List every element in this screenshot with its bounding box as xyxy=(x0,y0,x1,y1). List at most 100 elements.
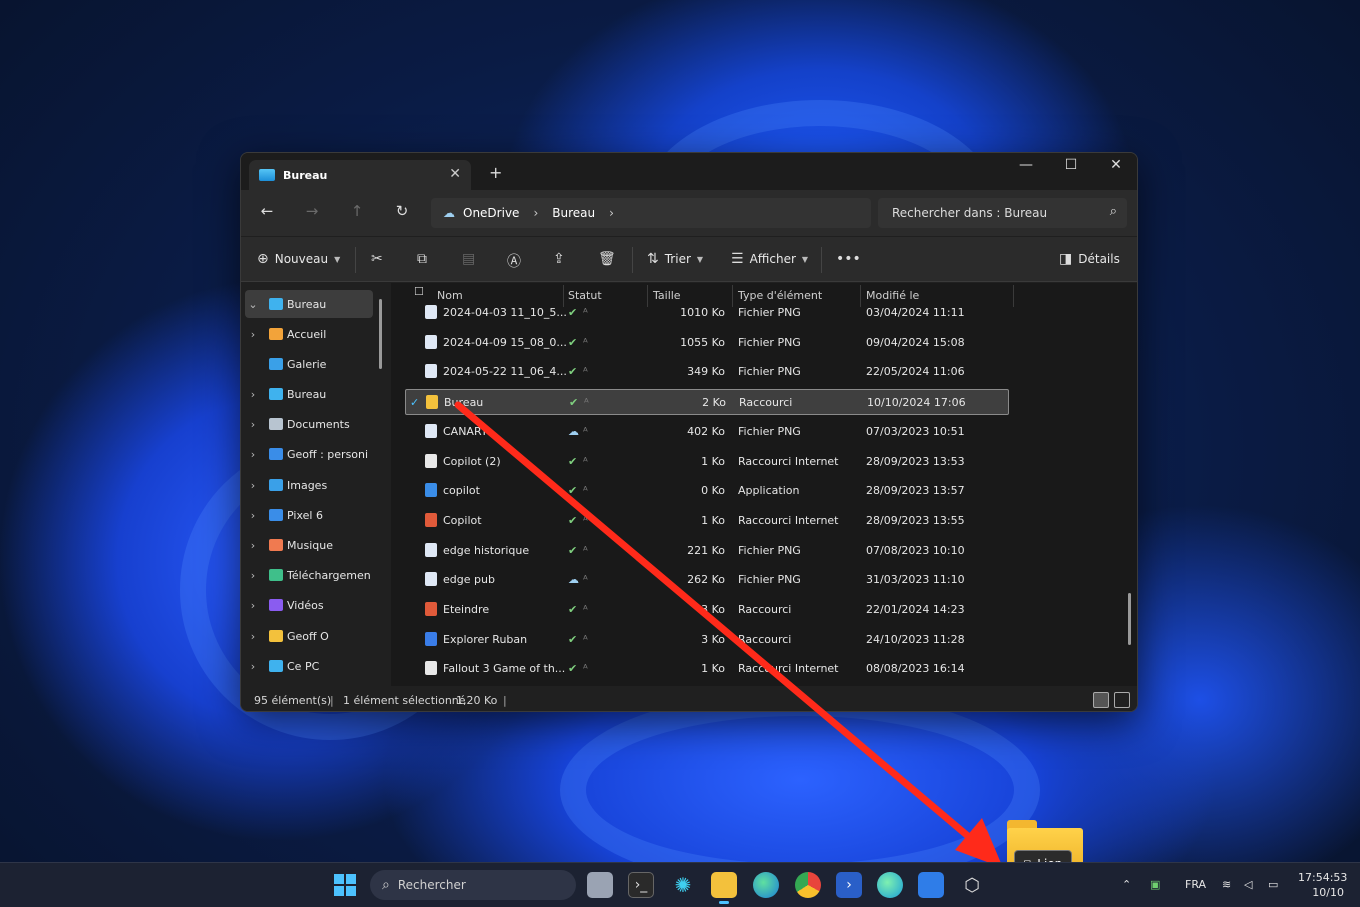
address-bar[interactable]: ☁ OneDrive › Bureau › xyxy=(431,198,871,228)
remote-desktop-icon[interactable] xyxy=(918,872,944,898)
details-view-button[interactable] xyxy=(1093,692,1109,708)
volume-icon[interactable]: ◁ xyxy=(1244,878,1252,891)
new-button[interactable]: ⊕ Nouveau ▼ xyxy=(257,251,340,267)
search-input[interactable]: Rechercher dans : Bureau ⌕ xyxy=(878,198,1127,228)
file-row[interactable]: Copilot (2) ✔ ᴬ 1 Ko Raccourci Internet 28/09… xyxy=(405,449,1009,475)
sidebar-item[interactable]: › Accueil xyxy=(245,320,373,348)
sidebar-scrollbar[interactable] xyxy=(379,299,382,369)
file-row[interactable]: 2024-05-22 11_06_4... ✔ ᴬ 349 Ko Fichier PNG… xyxy=(405,359,1009,385)
status-divider: | xyxy=(330,694,334,707)
settings-gear-icon[interactable]: ✺ xyxy=(670,872,696,898)
chevron-icon[interactable]: › xyxy=(245,630,261,643)
new-tab-button[interactable]: + xyxy=(489,163,502,182)
file-row[interactable]: CANARY ☁ ᴬ 402 Ko Fichier PNG 07/03/2023 10:5… xyxy=(405,419,1009,445)
new-label: Nouveau xyxy=(274,252,329,266)
edge-canary-icon[interactable] xyxy=(877,872,903,898)
package-box-icon[interactable]: ⬡ xyxy=(959,872,985,898)
sidebar-item[interactable]: › Téléchargemen xyxy=(245,561,373,589)
battery-icon[interactable]: ▭ xyxy=(1268,878,1278,891)
terminal-icon[interactable]: ›_ xyxy=(628,872,654,898)
sort-button[interactable]: ⇅ Trier ▼ xyxy=(647,251,703,267)
breadcrumb-onedrive[interactable]: OneDrive xyxy=(463,206,519,220)
sidebar-item[interactable]: › Ce PC xyxy=(245,652,373,680)
close-tab-icon[interactable]: ✕ xyxy=(449,166,461,182)
copy-button[interactable]: ⧉ xyxy=(417,251,433,267)
file-row[interactable]: Fallout 3 Game of th... ✔ ᴬ 1 Ko Raccourci I… xyxy=(405,656,1009,682)
refresh-button[interactable]: ↻ xyxy=(391,202,413,220)
details-button[interactable]: ◨ Détails xyxy=(1059,251,1120,267)
select-all-checkbox[interactable]: ☐ xyxy=(414,285,424,298)
sidebar-item[interactable]: › Geoff O xyxy=(245,622,373,650)
selection-count: 1 élément sélectionné xyxy=(343,694,466,707)
chevron-icon[interactable]: ⌄ xyxy=(245,298,261,311)
share-button[interactable]: ⇪ xyxy=(553,251,571,267)
wifi-icon[interactable]: ≋ xyxy=(1222,878,1231,891)
powershell-icon[interactable]: › xyxy=(836,872,862,898)
chevron-icon[interactable]: › xyxy=(245,418,261,431)
close-window-button[interactable]: ✕ xyxy=(1101,157,1131,173)
chevron-icon[interactable]: › xyxy=(245,599,261,612)
chevron-icon[interactable]: › xyxy=(245,388,261,401)
sidebar-item[interactable]: › Geoff : personi xyxy=(245,440,373,468)
chevron-icon[interactable]: › xyxy=(245,660,261,673)
tab-bureau[interactable]: Bureau ✕ xyxy=(249,160,471,190)
task-view-icon[interactable] xyxy=(587,872,613,898)
chevron-up-icon[interactable]: ⌃ xyxy=(1122,878,1131,891)
chevron-icon[interactable]: › xyxy=(245,569,261,582)
chrome-browser-icon[interactable] xyxy=(795,872,821,898)
nvidia-tray-icon[interactable]: ▣ xyxy=(1150,878,1160,891)
delete-button[interactable]: 🗑 xyxy=(598,251,622,267)
file-row[interactable]: copilot ✔ ᴬ 0 Ko Application 28/09/2023 13:57 xyxy=(405,478,1009,504)
file-row[interactable]: ✓ Bureau ✔ ᴬ 2 Ko Raccourci 10/10/2024 17:06 xyxy=(405,389,1009,416)
chevron-icon[interactable]: › xyxy=(245,539,261,552)
minimize-button[interactable]: — xyxy=(1011,157,1041,173)
view-button[interactable]: ☰ Afficher ▼ xyxy=(731,251,808,267)
file-row[interactable]: edge historique ✔ ᴬ 221 Ko Fichier PNG 07/08/… xyxy=(405,538,1009,564)
sidebar-item[interactable]: › Documents xyxy=(245,410,373,438)
video-icon xyxy=(269,599,283,611)
file-modified: 28/09/2023 13:55 xyxy=(866,513,965,527)
taskbar-search[interactable]: ⌕ Rechercher xyxy=(370,870,576,900)
sidebar-item[interactable]: › Bureau xyxy=(245,380,373,408)
more-options-button[interactable]: ••• xyxy=(836,251,867,267)
chevron-icon[interactable]: › xyxy=(245,509,261,522)
sidebar-item[interactable]: Galerie xyxy=(245,350,373,378)
file-row[interactable]: 2024-04-09 15_08_0... ✔ ᴬ 1055 Ko Fichier PN… xyxy=(405,330,1009,356)
sync-ok-icon: ✔ xyxy=(568,603,578,616)
forward-button[interactable]: → xyxy=(301,202,323,220)
start-button[interactable] xyxy=(334,874,356,896)
file-icon xyxy=(425,453,437,468)
file-icon xyxy=(425,512,437,527)
sidebar-item[interactable]: ⌄ Bureau xyxy=(245,290,373,318)
cut-button[interactable]: ✂ xyxy=(371,251,389,267)
file-row[interactable]: Explorer Ruban ✔ ᴬ 3 Ko Raccourci 24/10/2023 … xyxy=(405,627,1009,653)
sidebar-item[interactable]: › Pixel 6 xyxy=(245,501,373,529)
breadcrumb-bureau[interactable]: Bureau xyxy=(552,206,595,220)
sidebar-item[interactable]: › Vidéos xyxy=(245,591,373,619)
chevron-icon[interactable]: › xyxy=(245,328,261,341)
rename-button[interactable]: Ⓐ xyxy=(507,251,527,271)
file-explorer-icon[interactable] xyxy=(711,872,737,904)
clock[interactable]: 17:54:53 10/10 xyxy=(1298,870,1347,900)
maximize-button[interactable]: ☐ xyxy=(1056,157,1086,173)
file-row[interactable]: Copilot ✔ ᴬ 1 Ko Raccourci Internet 28/09/202… xyxy=(405,508,1009,534)
chevron-icon[interactable]: › xyxy=(245,448,261,461)
paste-button[interactable]: ▤ xyxy=(462,251,481,267)
sidebar-item[interactable]: › Musique xyxy=(245,531,373,559)
file-size: 1010 Ko xyxy=(680,306,725,319)
chevron-icon[interactable]: › xyxy=(245,479,261,492)
windows-logo-tile xyxy=(334,886,344,896)
file-row[interactable]: 2024-04-03 11_10_5... ✔ ᴬ 1010 Ko Fichier PN… xyxy=(405,300,1009,326)
tiles-view-button[interactable] xyxy=(1114,692,1130,708)
clipboard-icon: ▤ xyxy=(462,251,476,267)
up-button[interactable]: ↑ xyxy=(346,202,368,220)
sidebar-item[interactable]: › Images xyxy=(245,471,373,499)
language-indicator[interactable]: FRA xyxy=(1185,878,1206,891)
edge-browser-icon[interactable] xyxy=(753,872,779,898)
file-row[interactable]: Eteindre ✔ ᴬ 3 Ko Raccourci 22/01/2024 14:23 xyxy=(405,597,1009,623)
column-divider[interactable] xyxy=(1013,285,1014,307)
file-list-scrollbar[interactable] xyxy=(1128,593,1131,645)
share-icon: ⇪ xyxy=(553,251,565,267)
back-button[interactable]: ← xyxy=(256,202,278,220)
file-row[interactable]: edge pub ☁ ᴬ 262 Ko Fichier PNG 31/03/2023 11… xyxy=(405,567,1009,593)
